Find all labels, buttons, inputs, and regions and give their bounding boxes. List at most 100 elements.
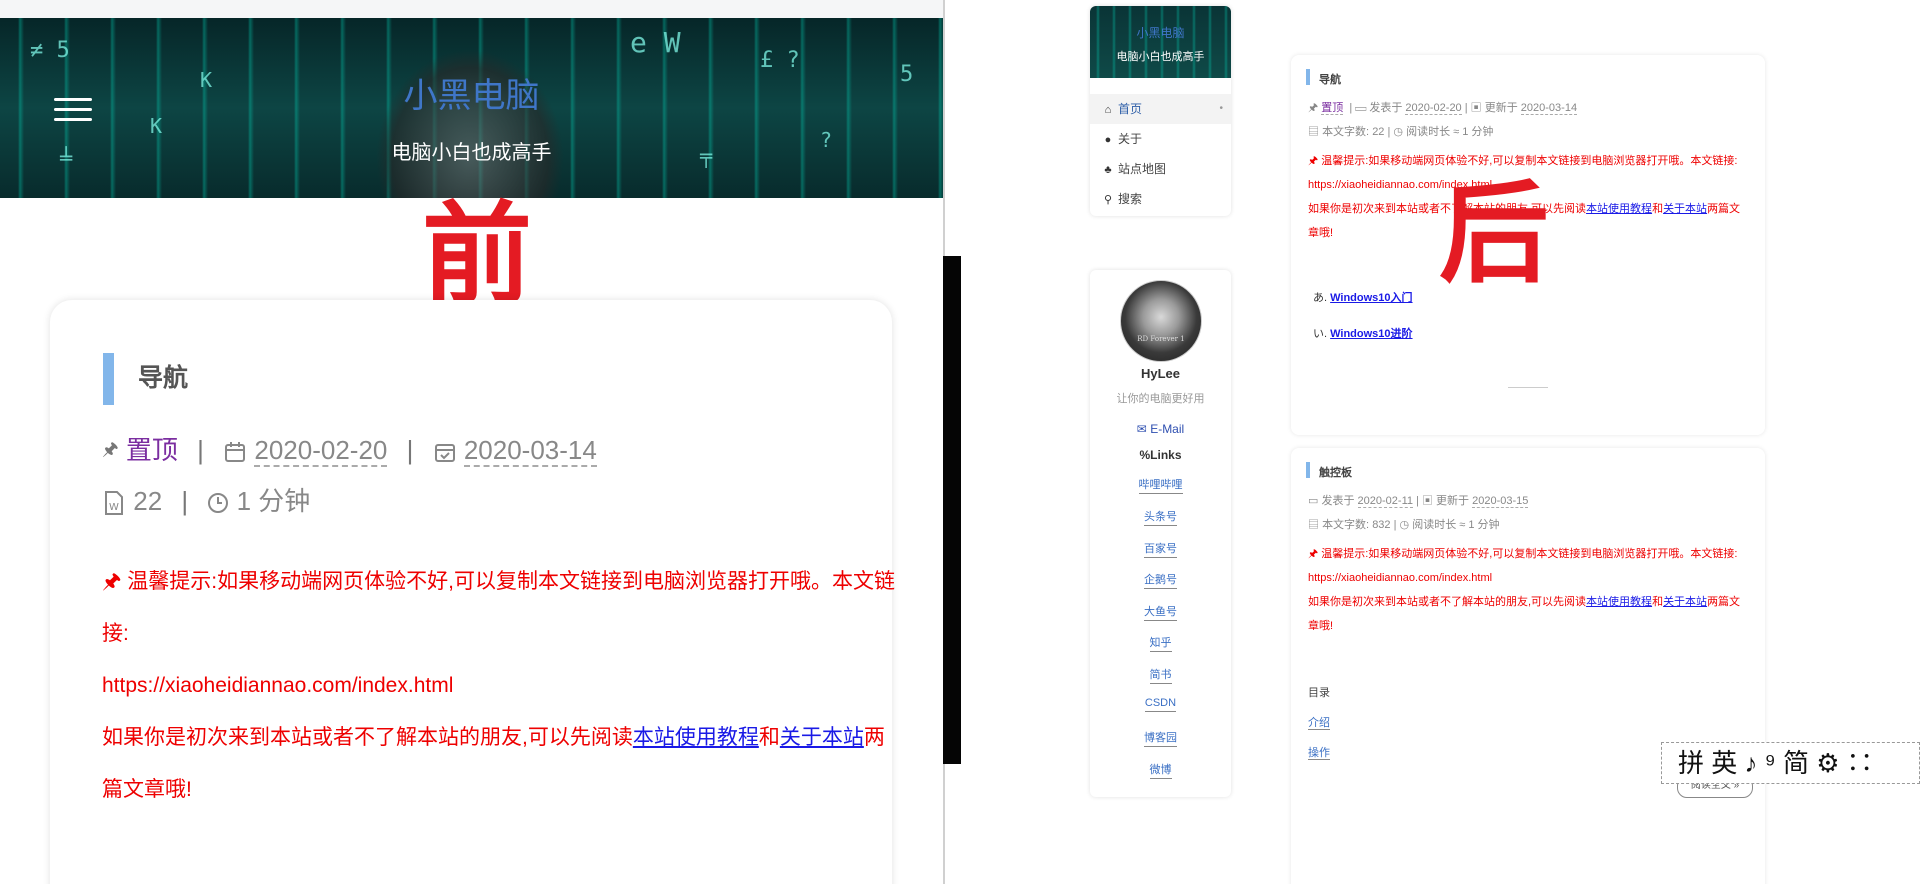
updated-label: 更新于 [1484,102,1518,114]
after-panel: 小黑电脑 电脑小白也成高手 ⌂ 首页 • ● 关于 ♣ 站点地图 ⚲ 搜索 RD For… [961,0,1920,884]
menu-line [54,118,92,121]
notice-prefix: 温馨提示:如果移动端网页体验不好,可以复制本文链接到电脑浏览器打开哦。本文链接: [1321,548,1738,560]
toc-item-label: 介绍 [1308,717,1330,730]
email-link[interactable]: ✉ E-Mail [1090,422,1231,436]
post-title[interactable]: 导航 [1319,71,1341,87]
social-link-label: 哔哩哔哩 [1138,479,1183,494]
published-label: 发表于 [1321,495,1355,507]
sidebar-site-title[interactable]: 小黑电脑 [1090,24,1231,41]
title-accent-bar [103,353,114,405]
title-accent-bar [1306,69,1310,85]
social-link[interactable]: 头条号 [1090,508,1231,526]
about-link[interactable]: 关于本站 [780,726,864,749]
word-file-icon: W [105,491,123,516]
links-heading-label: Links [1150,448,1182,462]
nav-label: 站点地图 [1118,162,1167,176]
social-link[interactable]: 博客园 [1090,729,1231,747]
sticky-badge[interactable]: 置顶 [126,435,178,465]
calendar-icon: ▭ [1308,495,1319,507]
before-panel: ≠ 5 K K e W £ ? ? 5 ╧ ╤ 小黑电脑 电脑小白也成高手 前 … [0,0,943,884]
social-link-label: CSDN [1144,697,1177,712]
notice-url[interactable]: https://xiaoheidiannao.com/index.html [1308,572,1492,584]
panel-divider [943,0,961,884]
published-date: 2020-02-20 [254,435,388,467]
notice-and: 和 [1652,596,1664,608]
tutorial-link[interactable]: 本站使用教程 [1586,203,1652,215]
clock-icon [208,493,229,514]
pin-icon: 🖈 [1308,155,1319,167]
read-time: 1 分钟 [1462,126,1494,138]
social-link-label: 头条号 [1144,511,1177,526]
nav-item-home[interactable]: ⌂ 首页 • [1090,94,1231,124]
notice-url[interactable]: https://xiaoheidiannao.com/index.html [102,674,453,697]
social-link[interactable]: 大鱼号 [1090,603,1231,621]
published-date: 2020-02-11 [1357,495,1413,508]
post-title[interactable]: 触控板 [1319,464,1352,480]
social-link[interactable]: 简书 [1090,666,1231,684]
sticky-badge[interactable]: 置顶 [1321,102,1344,115]
tutorial-link[interactable]: 本站使用教程 [633,726,759,749]
tutorial-link[interactable]: 本站使用教程 [1586,596,1652,608]
social-link-label: 百家号 [1144,543,1177,558]
user-icon: ● [1104,134,1112,146]
before-label: 前 [422,191,532,319]
links-heading: %Links [1090,448,1231,462]
title-accent-bar [1306,462,1310,478]
nav-label: 首页 [1118,102,1143,116]
envelope-icon: ✉ [1136,422,1147,436]
notice-and: 和 [1652,203,1664,215]
post-meta-stats: ▤ 本文字数: 832 | ◷ 阅读时长 ≈ 1 分钟 [1308,519,1500,531]
word-count: 22 [133,486,163,516]
sidebar-site-subtitle: 电脑小白也成高手 [1116,51,1205,63]
nav-label: 搜索 [1118,192,1143,206]
about-link[interactable]: 关于本站 [1663,596,1707,608]
nav-item-sitemap[interactable]: ♣ 站点地图 [1090,154,1231,184]
social-link[interactable]: 企鹅号 [1090,571,1231,589]
notice-intro: 如果你是初次来到本站或者不了解本站的朋友,可以先阅读 [102,726,633,749]
author-motto: 让你的电脑更好用 [1116,393,1205,405]
email-label: E-Mail [1150,422,1185,436]
toc-item[interactable]: 操作 [1308,744,1330,760]
word-file-icon: ▤ [1308,126,1319,138]
notice-prefix: 温馨提示:如果移动端网页体验不好,可以复制本文链接到电脑浏览器打开哦。本文链接: [102,570,895,645]
list-link[interactable]: Windows10进阶 [1330,328,1412,340]
social-link[interactable]: 百家号 [1090,540,1231,558]
post-card: 导航 🖈 置顶 | 2020-02-20 | 2020-03-14 W 22 |… [50,300,895,884]
post-title[interactable]: 导航 [138,358,188,394]
separator: | [406,435,414,465]
nav-item-search[interactable]: ⚲ 搜索 [1090,184,1231,214]
svg-text:W: W [109,502,119,513]
read-time: 1 分钟 [236,486,311,516]
toc-heading: 目录 [1308,687,1330,699]
nav-item-about[interactable]: ● 关于 [1090,124,1231,154]
social-link[interactable]: 哔哩哔哩 [1090,476,1231,494]
toc-item[interactable]: 介绍 [1308,714,1330,730]
sidebar-brand-card: 小黑电脑 电脑小白也成高手 ⌂ 首页 • ● 关于 ♣ 站点地图 ⚲ 搜索 [1090,6,1231,216]
social-link-label: 博客园 [1144,732,1177,747]
nav-label: 关于 [1118,132,1143,146]
calendar-check-icon [434,444,455,463]
list-link[interactable]: Windows10入门 [1330,292,1412,304]
matrix-glyph: e W [630,26,681,59]
about-link[interactable]: 关于本站 [1663,203,1707,215]
site-title[interactable]: 小黑电脑 [0,68,943,117]
social-link[interactable]: 知乎 [1090,634,1231,652]
social-link-label: 简书 [1149,669,1172,684]
notice-prefix: 温馨提示:如果移动端网页体验不好,可以复制本文链接到电脑浏览器打开哦。本文链接: [1321,155,1738,167]
updated-date: 2020-03-14 [463,435,597,467]
post-meta-dates: ▭ 发表于 2020-02-11 | ▣ 更新于 2020-03-15 [1308,495,1529,508]
scrollbar-thumb[interactable] [943,256,961,764]
social-link-label: 知乎 [1149,637,1172,652]
updated-label: 更新于 [1436,495,1470,507]
calendar-icon: ▭ [1355,102,1367,114]
post-meta-stats: W 22 | 1 分钟 [102,481,310,518]
pin-icon: 🖈 [102,439,119,460]
separator: | [197,435,204,465]
toc-item-label: 操作 [1308,747,1330,760]
words-label: 本文字数: [1322,519,1370,531]
social-link[interactable]: CSDN [1090,697,1231,712]
word-count: 22 [1372,126,1385,138]
word-count: 832 [1372,519,1391,531]
social-link[interactable]: 微博 [1090,761,1231,779]
ime-toolbar[interactable]: 拼 英 ♪ ⁹ 简 ⚙ ∷ [1661,742,1920,784]
